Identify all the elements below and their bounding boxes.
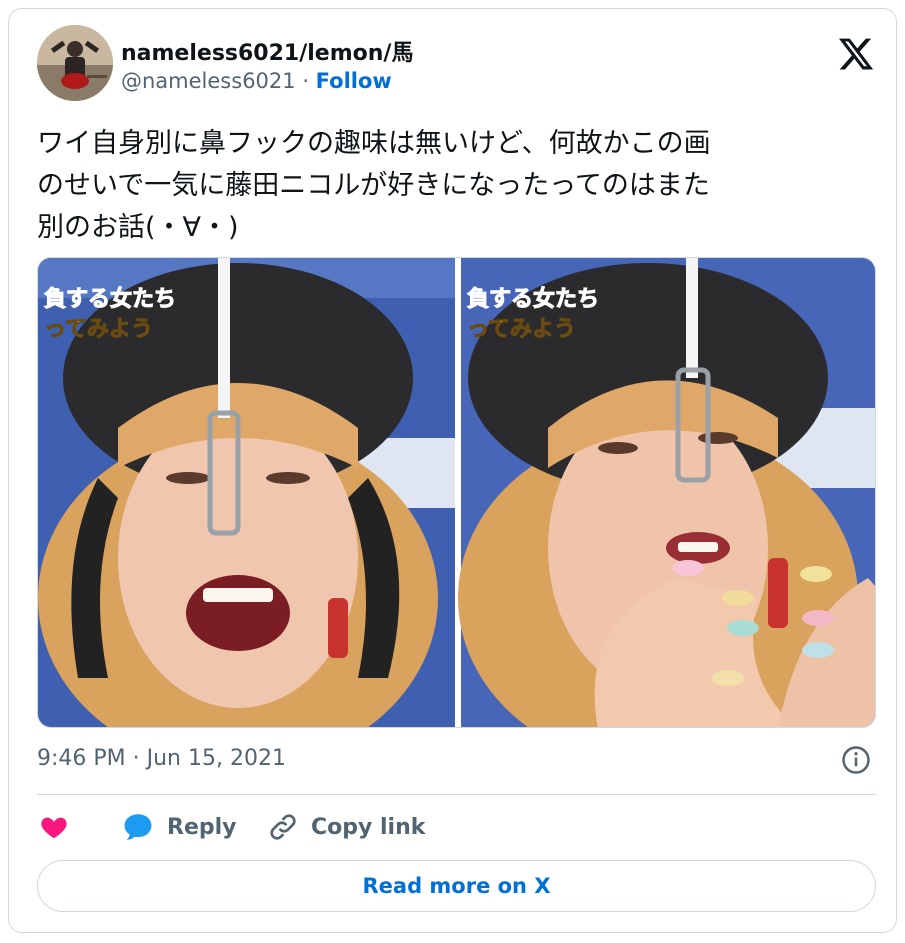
x-logo-icon[interactable] xyxy=(837,35,875,73)
reply-label: Reply xyxy=(167,814,237,840)
heart-icon xyxy=(41,817,67,839)
reply-bubble-icon xyxy=(124,814,152,840)
tweet-card: nameless6021/lemon/馬 @nameless6021 · Fol… xyxy=(8,8,897,933)
copy-link-button[interactable]: Copy link xyxy=(267,809,425,845)
follow-button[interactable]: Follow xyxy=(316,69,392,93)
tweet-text: ワイ自身別に鼻フックの趣味は無いけど、何故かこの画 のせいで一気に藤田ニコルが好… xyxy=(37,128,711,243)
read-more-button[interactable]: Read more on X xyxy=(37,860,876,912)
media-left-caption-2: ってみよう xyxy=(44,317,153,342)
media-right-caption-1: 負する女たち xyxy=(467,286,599,312)
tweet-media[interactable]: 負する女たち ってみよう 負する女たち ってみよう xyxy=(37,257,876,728)
reply-button[interactable]: Reply xyxy=(121,809,237,845)
user-handle[interactable]: @nameless6021 xyxy=(121,69,296,93)
handle-line: @nameless6021 · Follow xyxy=(121,69,392,93)
avatar[interactable] xyxy=(37,25,113,101)
media-image: 負する女たち ってみよう 負する女たち ってみよう xyxy=(38,258,875,727)
copy-link-label: Copy link xyxy=(311,814,426,840)
media-left-caption-1: 負する女たち xyxy=(44,286,176,312)
media-right-caption-2: ってみよう xyxy=(467,317,576,342)
info-icon[interactable] xyxy=(841,745,871,775)
separator-dot: · xyxy=(295,69,316,93)
avatar-image xyxy=(37,25,113,101)
user-display-name[interactable]: nameless6021/lemon/馬 xyxy=(121,35,413,67)
like-button[interactable] xyxy=(39,809,69,845)
divider xyxy=(37,794,876,795)
link-icon xyxy=(270,814,296,840)
tweet-timestamp[interactable]: 9:46 PM · Jun 15, 2021 xyxy=(37,746,286,771)
